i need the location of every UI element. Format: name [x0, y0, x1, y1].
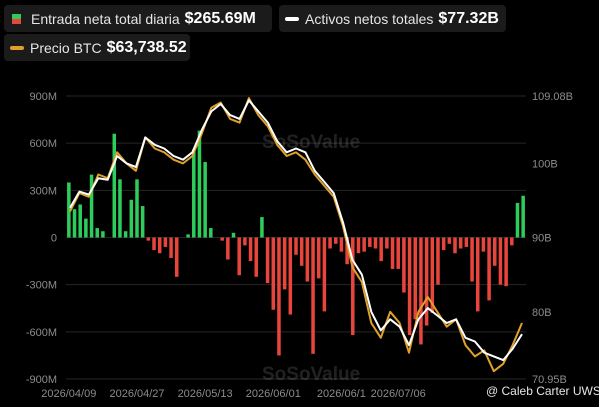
outflow-bar[interactable]	[373, 237, 378, 249]
outflow-bar[interactable]	[163, 237, 168, 247]
outflow-bar[interactable]	[294, 237, 298, 255]
outflow-bar[interactable]	[402, 237, 406, 293]
x-tick-label: 2026/06/01	[246, 388, 301, 400]
etf-flow-chart: SoSoValue SoSoValue 900M600M300M0-300M-6…	[26, 91, 599, 400]
inflow-bar[interactable]	[203, 162, 207, 238]
outflow-bar[interactable]	[498, 237, 503, 285]
outflow-bar[interactable]	[368, 237, 372, 247]
outflow-bar[interactable]	[265, 237, 270, 284]
outflow-bar[interactable]	[356, 237, 361, 254]
inflow-bar[interactable]	[112, 133, 117, 238]
x-tick-label: 2026/06/1	[317, 388, 366, 400]
outflow-bar[interactable]	[220, 237, 224, 241]
left-tick-label: 300M	[29, 185, 57, 197]
outflow-bar[interactable]	[470, 237, 474, 282]
x-axis: 2026/04/09 2026/04/27 2026/05/13 2026/06/01…	[41, 388, 425, 400]
left-tick-label: 0	[51, 233, 57, 245]
outflow-bar[interactable]	[316, 237, 321, 279]
right-tick-label: 90B	[532, 233, 552, 245]
outflow-bar[interactable]	[396, 237, 400, 269]
outflow-bar[interactable]	[237, 237, 241, 276]
inflow-bar[interactable]	[101, 231, 105, 238]
inflow-bar[interactable]	[186, 234, 190, 238]
inflow-bar[interactable]	[78, 204, 82, 238]
outflow-bar[interactable]	[299, 237, 304, 266]
x-tick-label: 2026/05/13	[178, 388, 233, 400]
x-tick-label: 2026/07/06	[371, 388, 426, 400]
outflow-bar[interactable]	[447, 237, 452, 244]
inflow-bar[interactable]	[123, 231, 128, 238]
outflow-bar[interactable]	[385, 237, 389, 249]
inflow-bar[interactable]	[192, 149, 196, 238]
outflow-bar[interactable]	[243, 237, 247, 246]
inflow-bar[interactable]	[260, 217, 264, 238]
watermark-bottom: SoSoValue	[262, 364, 360, 385]
outflow-bar[interactable]	[254, 237, 259, 277]
inflow-bar[interactable]	[118, 179, 122, 238]
inflow-bar[interactable]	[89, 174, 94, 238]
outflow-bar[interactable]	[333, 237, 338, 244]
outflow-bar[interactable]	[146, 237, 151, 241]
inflow-bar[interactable]	[72, 209, 77, 238]
left-tick-label: 900M	[29, 91, 57, 103]
outflow-bar[interactable]	[510, 237, 514, 246]
outflow-bar[interactable]	[453, 237, 457, 254]
inflow-bar[interactable]	[197, 130, 202, 238]
inflow-bar[interactable]	[135, 179, 139, 238]
left-tick-label: -300M	[26, 280, 57, 292]
outflow-bar[interactable]	[493, 237, 497, 266]
outflow-bar[interactable]	[458, 237, 463, 249]
left-axis: 900M 600M 300M 0 -300M -600M -900M	[26, 91, 57, 386]
outflow-bar[interactable]	[441, 237, 446, 251]
inflow-bar[interactable]	[521, 195, 525, 238]
x-tick-label: 2026/04/09	[41, 388, 96, 400]
outflow-bar[interactable]	[379, 237, 383, 262]
outflow-bar[interactable]	[475, 237, 480, 312]
outflow-bar[interactable]	[419, 237, 423, 345]
outflow-bar[interactable]	[226, 237, 230, 260]
outflow-bar[interactable]	[504, 237, 508, 287]
outflow-bar[interactable]	[413, 237, 418, 320]
outflow-bar[interactable]	[282, 237, 287, 290]
outflow-bar[interactable]	[362, 237, 366, 252]
outflow-bar[interactable]	[174, 237, 179, 277]
inflow-bar[interactable]	[140, 206, 145, 238]
outflow-bar[interactable]	[305, 237, 310, 282]
inflow-bar[interactable]	[231, 232, 236, 238]
outflow-bar[interactable]	[339, 237, 344, 252]
outflow-bar[interactable]	[277, 237, 281, 356]
left-tick-label: -900M	[26, 374, 57, 386]
right-tick-label: 80B	[532, 307, 552, 319]
inflow-bar[interactable]	[515, 202, 520, 238]
outflow-bar[interactable]	[407, 237, 412, 335]
outflow-bar[interactable]	[248, 237, 253, 262]
inflow-bar[interactable]	[95, 228, 99, 238]
x-tick-label: 2026/04/27	[109, 388, 164, 400]
outflow-bar[interactable]	[328, 237, 332, 249]
outflow-bar[interactable]	[271, 237, 276, 310]
outflow-bar[interactable]	[322, 237, 327, 312]
outflow-bar[interactable]	[152, 237, 156, 251]
outflow-bar[interactable]	[481, 237, 486, 252]
outflow-bar[interactable]	[288, 237, 293, 315]
outflow-bar[interactable]	[464, 237, 469, 247]
outflow-bar[interactable]	[436, 237, 440, 285]
outflow-bar[interactable]	[311, 237, 315, 354]
left-tick-label: 600M	[29, 138, 57, 150]
outflow-bar[interactable]	[487, 237, 491, 301]
outflow-bar[interactable]	[169, 237, 173, 258]
right-tick-label: 100B	[532, 158, 558, 170]
inflow-bar[interactable]	[129, 199, 134, 238]
right-tick-label: 109.08B	[532, 91, 573, 103]
inflow-bar[interactable]	[209, 228, 213, 238]
credit-text: @ Caleb Carter UWSE	[486, 384, 599, 398]
left-tick-label: -600M	[26, 327, 57, 339]
outflow-bar[interactable]	[390, 237, 395, 269]
outflow-bar[interactable]	[157, 237, 162, 254]
inflow-bar[interactable]	[84, 218, 88, 238]
right-axis: 109.08B100B90B80B70.95B	[532, 91, 573, 386]
